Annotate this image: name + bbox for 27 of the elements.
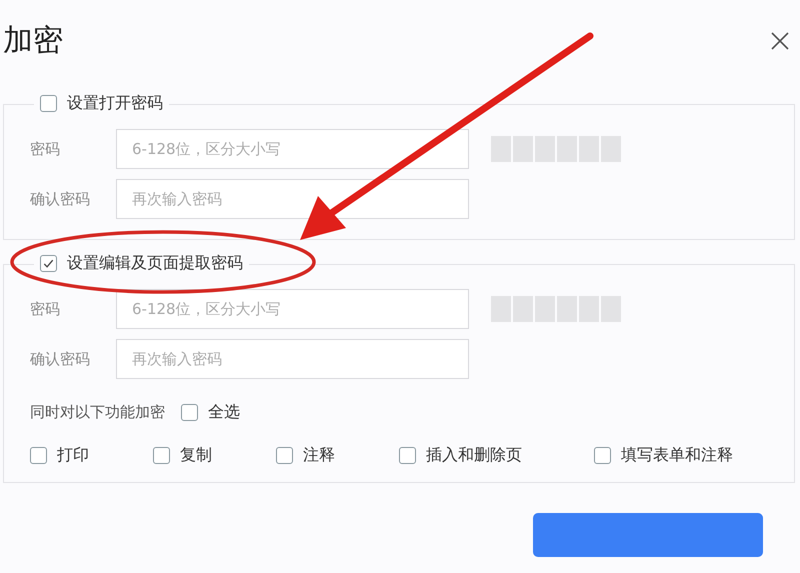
dialog-title: 加密 — [3, 22, 63, 60]
checkbox[interactable] — [399, 447, 416, 464]
permissions-label: 同时对以下功能加密 — [30, 403, 165, 422]
checkbox[interactable] — [181, 404, 198, 421]
checkbox[interactable] — [40, 255, 57, 272]
field-label: 密码 — [30, 300, 61, 318]
checkbox[interactable] — [276, 447, 293, 464]
checkbox-label: 全选 — [208, 402, 240, 423]
checkbox-label: 复制 — [180, 445, 212, 466]
field-label: 密码 — [30, 140, 61, 158]
field-label: 确认密码 — [30, 190, 91, 208]
password-field[interactable]: 再次输入密码 — [116, 339, 469, 379]
checkbox-label: 填写表单和注释 — [621, 445, 733, 466]
checkbox[interactable] — [594, 447, 611, 464]
password-field[interactable]: 再次输入密码 — [116, 179, 469, 219]
checkbox-label: 插入和删除页 — [426, 445, 522, 466]
field-label: 确认密码 — [30, 350, 91, 368]
checkbox-label: 注释 — [303, 445, 335, 466]
checkbox[interactable] — [40, 95, 57, 112]
password-field[interactable]: 6-128位，区分大小写 — [116, 289, 469, 329]
checkbox[interactable] — [153, 447, 170, 464]
close-icon[interactable] — [770, 30, 790, 50]
checkbox-label: 打印 — [57, 445, 89, 466]
checkbox-label: 设置打开密码 — [67, 93, 163, 114]
checkbox-label: 设置编辑及页面提取密码 — [67, 253, 243, 274]
password-field[interactable]: 6-128位，区分大小写 — [116, 129, 469, 169]
checkbox[interactable] — [30, 447, 47, 464]
